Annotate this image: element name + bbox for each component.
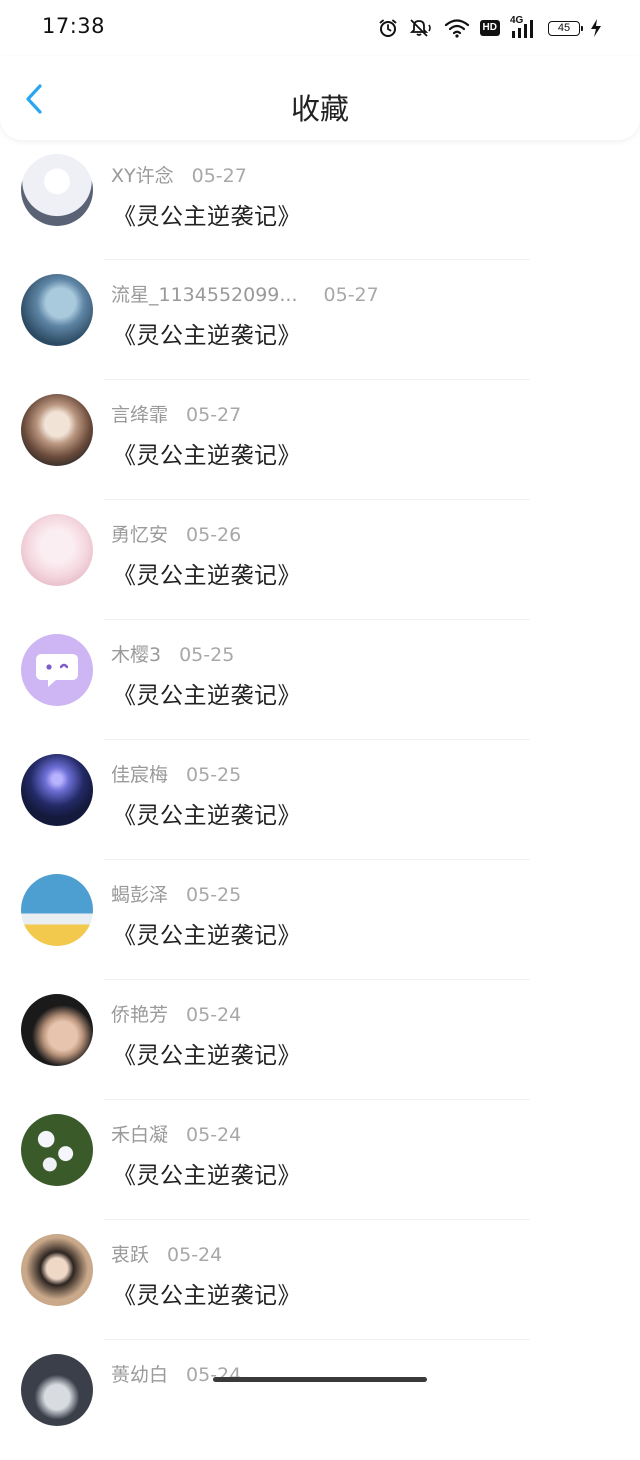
list-item[interactable]: 蒉幼白 05-24 [0, 1340, 640, 1460]
book-title[interactable]: 《灵公主逆袭记》 [113, 796, 301, 830]
avatar[interactable] [21, 274, 93, 346]
book-title[interactable]: 《灵公主逆袭记》 [113, 676, 301, 710]
status-bar: 17:38 HD 4G 45 [0, 0, 640, 56]
item-date: 05-25 [186, 884, 242, 906]
list-item[interactable]: 木樱3 05-25 《灵公主逆袭记》 [0, 620, 640, 740]
item-date: 05-25 [179, 644, 235, 666]
book-title[interactable]: 《灵公主逆袭记》 [113, 197, 301, 231]
wifi-icon [444, 18, 470, 38]
avatar[interactable] [21, 1354, 93, 1426]
book-title[interactable]: 《灵公主逆袭记》 [113, 1036, 301, 1070]
avatar[interactable] [21, 394, 93, 466]
item-date: 05-24 [186, 1364, 242, 1386]
list-item[interactable]: 佳宸梅 05-25 《灵公主逆袭记》 [0, 740, 640, 860]
avatar[interactable] [21, 994, 93, 1066]
status-icons: HD 4G 45 [378, 15, 602, 40]
alarm-icon [378, 18, 398, 38]
username[interactable]: 禾白凝 [111, 1124, 168, 1146]
avatar[interactable] [21, 874, 93, 946]
avatar[interactable] [21, 634, 93, 706]
item-meta: 佳宸梅 05-25 [111, 760, 241, 787]
book-title[interactable]: 《灵公主逆袭记》 [113, 556, 301, 590]
avatar[interactable] [21, 754, 93, 826]
signal-icon: 4G [510, 15, 538, 39]
battery-icon: 45 [548, 20, 583, 36]
item-meta: 侨艳芳 05-24 [111, 1000, 241, 1027]
username[interactable]: 蒉幼白 [111, 1364, 168, 1386]
username[interactable]: 佳宸梅 [111, 764, 168, 786]
item-meta: XY许念 05-27 [111, 161, 247, 188]
item-date: 05-27 [191, 165, 247, 187]
item-date: 05-24 [167, 1244, 223, 1266]
avatar[interactable] [21, 154, 93, 226]
username[interactable]: 流星_1134552099... [111, 284, 298, 306]
item-meta: 言绛霏 05-27 [111, 400, 241, 427]
username[interactable]: 勇忆安 [111, 524, 168, 546]
page-title: 收藏 [290, 92, 349, 126]
username[interactable]: 侨艳芳 [111, 1004, 168, 1026]
book-title[interactable]: 《灵公主逆袭记》 [113, 436, 301, 470]
username[interactable]: XY许念 [111, 165, 174, 187]
item-meta: 流星_1134552099... 05-27 [111, 280, 379, 307]
list-item[interactable]: XY许念 05-27 《灵公主逆袭记》 [0, 140, 640, 260]
list-item[interactable]: 侨艳芳 05-24 《灵公主逆袭记》 [0, 980, 640, 1100]
book-title[interactable]: 《灵公主逆袭记》 [113, 316, 301, 350]
list-item[interactable]: 禾白凝 05-24 《灵公主逆袭记》 [0, 1100, 640, 1220]
avatar[interactable] [21, 514, 93, 586]
home-indicator[interactable] [213, 1377, 427, 1382]
username[interactable]: 蝎彭泽 [111, 884, 168, 906]
list-item[interactable]: 流星_1134552099... 05-27 《灵公主逆袭记》 [0, 260, 640, 380]
charging-icon [590, 18, 602, 38]
mute-icon [408, 18, 434, 38]
username[interactable]: 木樱3 [111, 644, 161, 666]
username[interactable]: 言绛霏 [111, 404, 168, 426]
book-title[interactable]: 《灵公主逆袭记》 [113, 1276, 301, 1310]
book-title[interactable]: 《灵公主逆袭记》 [113, 1156, 301, 1190]
item-date: 05-24 [186, 1004, 242, 1026]
item-meta: 衷跃 05-24 [111, 1240, 222, 1267]
book-title[interactable]: 《灵公主逆袭记》 [113, 916, 301, 950]
item-date: 05-25 [186, 764, 242, 786]
avatar[interactable] [21, 1114, 93, 1186]
hd-icon: HD [479, 20, 500, 36]
status-time: 17:38 [42, 14, 106, 38]
list-item[interactable]: 勇忆安 05-26 《灵公主逆袭记》 [0, 500, 640, 620]
item-meta: 蒉幼白 05-24 [111, 1360, 241, 1387]
item-date: 05-24 [186, 1124, 242, 1146]
list-item[interactable]: 言绛霏 05-27 《灵公主逆袭记》 [0, 380, 640, 500]
item-meta: 禾白凝 05-24 [111, 1120, 241, 1147]
chat-bubble-icon [36, 654, 78, 687]
item-meta: 勇忆安 05-26 [111, 520, 241, 547]
item-meta: 蝎彭泽 05-25 [111, 880, 241, 907]
username[interactable]: 衷跃 [111, 1244, 149, 1266]
item-meta: 木樱3 05-25 [111, 640, 234, 667]
item-date: 05-26 [186, 524, 242, 546]
list-item[interactable]: 衷跃 05-24 《灵公主逆袭记》 [0, 1220, 640, 1340]
item-date: 05-27 [186, 404, 242, 426]
nav-bar: 收藏 [0, 56, 640, 140]
list-item[interactable]: 蝎彭泽 05-25 《灵公主逆袭记》 [0, 860, 640, 980]
avatar[interactable] [21, 1234, 93, 1306]
item-date: 05-27 [323, 284, 379, 306]
